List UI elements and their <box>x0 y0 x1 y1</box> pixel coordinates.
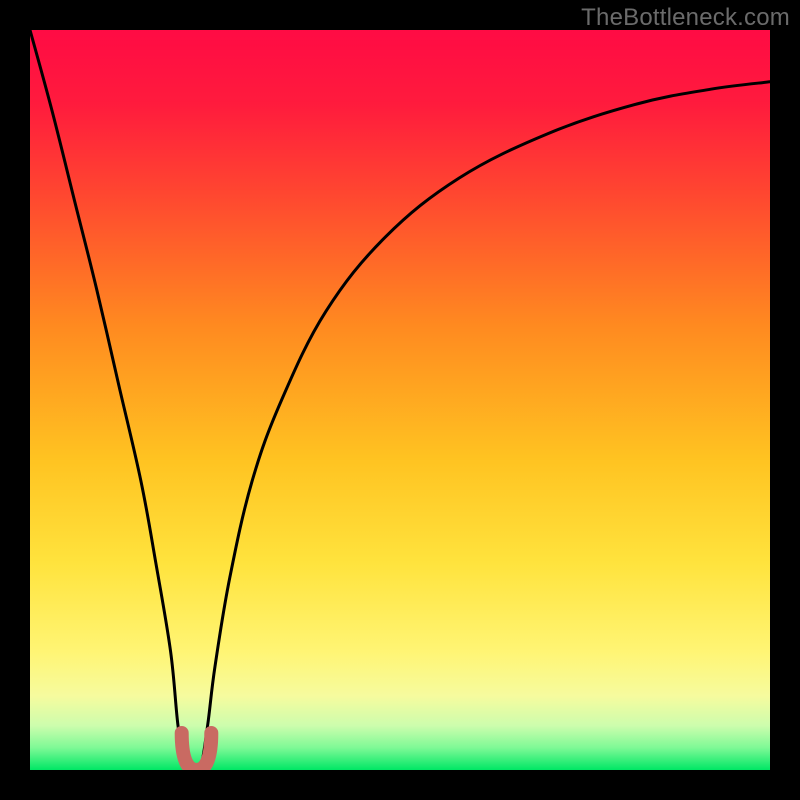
chart-svg <box>30 30 770 770</box>
chart-frame: TheBottleneck.com <box>0 0 800 800</box>
watermark-text: TheBottleneck.com <box>581 4 790 32</box>
plot-area <box>30 30 770 770</box>
gradient-background <box>30 30 770 770</box>
